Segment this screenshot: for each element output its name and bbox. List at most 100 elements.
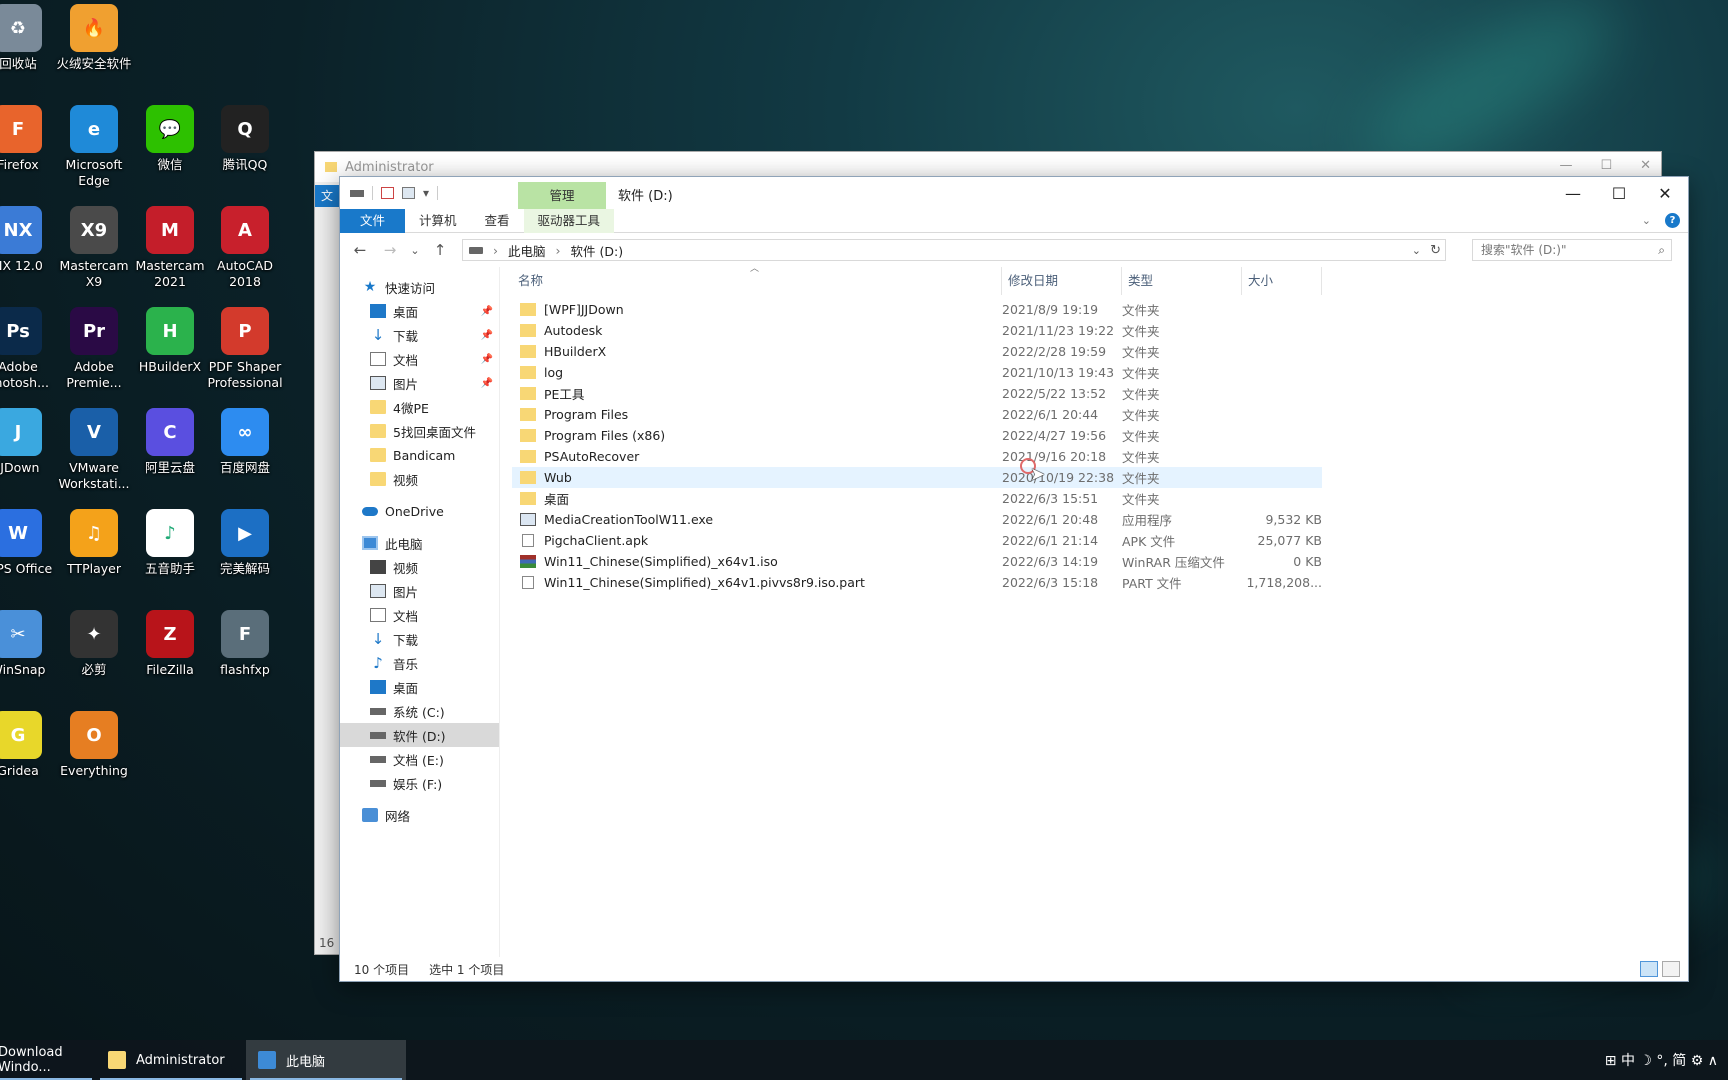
sidebar-onedrive[interactable]: OneDrive xyxy=(340,499,499,523)
table-row[interactable]: Program Files (x86) 2022/4/27 19:56 文件夹 xyxy=(512,425,1322,446)
sidebar-item[interactable]: Bandicam xyxy=(340,443,499,467)
tab-view[interactable]: 查看 xyxy=(471,209,524,233)
desktop-shortcut[interactable]: X9 Mastercam X9 xyxy=(56,206,132,290)
desktop-shortcut[interactable]: e Microsoft Edge xyxy=(56,105,132,189)
search-input[interactable]: 搜索"软件 (D:)" ⌕ xyxy=(1472,239,1672,261)
sidebar-network[interactable]: 网络 xyxy=(340,803,499,827)
desktop-shortcut[interactable]: V VMware Workstati... xyxy=(56,408,132,492)
desktop-shortcut[interactable]: ∞ 百度网盘 xyxy=(207,408,283,476)
desktop-shortcut[interactable]: Q 腾讯QQ xyxy=(207,105,283,173)
background-file-tab[interactable]: 文 xyxy=(315,185,339,207)
column-type[interactable]: 类型 xyxy=(1122,267,1242,295)
desktop-shortcut[interactable]: ✂ WinSnap xyxy=(0,610,56,678)
sidebar-item[interactable]: 4微PE xyxy=(340,395,499,419)
desktop-shortcut[interactable]: 💬 微信 xyxy=(132,105,208,173)
maximize-icon[interactable]: ☐ xyxy=(1600,158,1612,173)
sidebar-item[interactable]: 5找回桌面文件 xyxy=(340,419,499,443)
up-arrow-icon[interactable]: ↑ xyxy=(428,241,452,259)
column-size[interactable]: 大小 xyxy=(1242,267,1322,295)
help-icon[interactable]: ? xyxy=(1665,213,1680,228)
table-row[interactable]: MediaCreationToolW11.exe 2022/6/1 20:48 应用… xyxy=(512,509,1322,530)
details-view-icon[interactable] xyxy=(1640,961,1658,977)
sidebar-item[interactable]: 系统 (C:) xyxy=(340,699,499,723)
sidebar-item[interactable]: 文档 xyxy=(340,603,499,627)
refresh-icon[interactable]: ↻ xyxy=(1430,243,1441,258)
table-row[interactable]: Win11_Chinese(Simplified)_x64v1.pivvs8r9… xyxy=(512,572,1322,593)
desktop-shortcut[interactable]: P PDF Shaper Professional xyxy=(207,307,283,391)
system-tray[interactable]: ⊞ 中 ☽ °, 简 ⚙ ∧ xyxy=(1605,1040,1718,1080)
table-row[interactable]: PigchaClient.apk 2022/6/1 21:14 APK 文件 25,0… xyxy=(512,530,1322,551)
close-button[interactable]: ✕ xyxy=(1642,177,1688,209)
maximize-button[interactable]: ☐ xyxy=(1596,177,1642,209)
table-row[interactable]: log 2021/10/13 19:43 文件夹 xyxy=(512,362,1322,383)
sidebar-item[interactable]: 视频 xyxy=(340,555,499,579)
customize-toolbar-icon[interactable]: ▾ xyxy=(423,186,429,200)
address-dropdown-icon[interactable]: ⌄ xyxy=(1412,244,1421,257)
address-bar[interactable]: › 此电脑 › 软件 (D:) ⌄ ↻ xyxy=(462,239,1446,261)
breadcrumb-drive-d[interactable]: 软件 (D:) xyxy=(571,241,624,260)
expand-ribbon-icon[interactable]: ⌄ xyxy=(1642,214,1651,227)
sidebar-item[interactable]: 图片 📌 xyxy=(340,371,499,395)
table-row[interactable]: PSAutoRecover 2021/9/16 20:18 文件夹 xyxy=(512,446,1322,467)
sidebar-item[interactable]: ↓ 下载 xyxy=(340,627,499,651)
tab-file[interactable]: 文件 xyxy=(340,208,406,233)
taskbar-item[interactable]: Administrator xyxy=(96,1040,246,1080)
desktop-shortcut[interactable]: M Mastercam 2021 xyxy=(132,206,208,290)
desktop-shortcut[interactable]: G Gridea xyxy=(0,711,56,779)
sidebar-item[interactable]: 娱乐 (F:) xyxy=(340,771,499,795)
table-row[interactable]: HBuilderX 2022/2/28 19:59 文件夹 xyxy=(512,341,1322,362)
desktop-shortcut[interactable]: Pr Adobe Premie... xyxy=(56,307,132,391)
desktop-shortcut[interactable]: ♻ 回收站 xyxy=(0,4,56,72)
sidebar-item[interactable]: 文档 📌 xyxy=(340,347,499,371)
sidebar-item[interactable]: 桌面 xyxy=(340,675,499,699)
sidebar-quick-access[interactable]: ★ 快速访问 xyxy=(340,275,499,299)
tab-drive-tools[interactable]: 驱动器工具 xyxy=(523,208,615,233)
manage-tab[interactable]: 管理 xyxy=(518,182,606,209)
desktop-shortcut[interactable]: Ps Adobe Photosh... xyxy=(0,307,56,391)
large-icons-view-icon[interactable] xyxy=(1662,961,1680,977)
navigation-pane[interactable]: ★ 快速访问 桌面 📌 ↓ 下载 📌 文档 📌 图片 📌 4微PE 5找回桌面文件 Bandicam 视频 O… xyxy=(340,267,500,957)
close-icon[interactable]: ✕ xyxy=(1640,158,1651,173)
table-row[interactable]: [WPF]JJDown 2021/8/9 19:19 文件夹 xyxy=(512,299,1322,320)
desktop-shortcut[interactable]: ♪ 五音助手 xyxy=(132,509,208,577)
table-row[interactable]: 桌面 2022/6/3 15:51 文件夹 xyxy=(512,488,1322,509)
desktop-shortcut[interactable]: J JJDown xyxy=(0,408,56,476)
back-arrow-icon[interactable]: ← xyxy=(348,241,372,259)
tab-computer[interactable]: 计算机 xyxy=(405,209,471,233)
table-row[interactable]: PE工具 2022/5/22 13:52 文件夹 xyxy=(512,383,1322,404)
desktop-shortcut[interactable]: 🔥 火绒安全软件 xyxy=(56,4,132,72)
table-row[interactable]: Win11_Chinese(Simplified)_x64v1.iso 2022/… xyxy=(512,551,1322,572)
taskbar-item[interactable]: Download Windo... xyxy=(0,1040,96,1080)
desktop-shortcut[interactable]: Z FileZilla xyxy=(132,610,208,678)
new-folder-icon[interactable] xyxy=(402,187,415,199)
desktop-shortcut[interactable]: NX NX 12.0 xyxy=(0,206,56,274)
sidebar-item[interactable]: 图片 xyxy=(340,579,499,603)
sidebar-this-pc[interactable]: 此电脑 xyxy=(340,531,499,555)
breadcrumb-this-pc[interactable]: 此电脑 xyxy=(508,241,546,260)
desktop-shortcut[interactable]: W WPS Office xyxy=(0,509,56,577)
sidebar-item[interactable]: ♪ 音乐 xyxy=(340,651,499,675)
taskbar-item[interactable]: 此电脑 xyxy=(246,1040,406,1080)
properties-icon[interactable] xyxy=(381,187,394,199)
desktop-shortcut[interactable]: ♫ TTPlayer xyxy=(56,509,132,577)
desktop-shortcut[interactable]: ▶ 完美解码 xyxy=(207,509,283,577)
forward-arrow-icon[interactable]: → xyxy=(378,241,402,259)
desktop-shortcut[interactable]: O Everything xyxy=(56,711,132,779)
sidebar-item[interactable]: 视频 xyxy=(340,467,499,491)
recent-locations-icon[interactable]: ⌄ xyxy=(408,244,422,257)
sidebar-item[interactable]: 文档 (E:) xyxy=(340,747,499,771)
desktop-shortcut[interactable]: ✦ 必剪 xyxy=(56,610,132,678)
desktop-shortcut[interactable]: A AutoCAD 2018 xyxy=(207,206,283,290)
minimize-icon[interactable]: — xyxy=(1559,158,1572,173)
desktop-shortcut[interactable]: C 阿里云盘 xyxy=(132,408,208,476)
sidebar-item[interactable]: 软件 (D:) xyxy=(340,723,499,747)
column-date[interactable]: 修改日期 xyxy=(1002,267,1122,295)
desktop-shortcut[interactable]: H HBuilderX xyxy=(132,307,208,375)
table-row[interactable]: Program Files 2022/6/1 20:44 文件夹 xyxy=(512,404,1322,425)
desktop-shortcut[interactable]: Fflashfxp xyxy=(207,610,283,678)
sidebar-item[interactable]: ↓ 下载 📌 xyxy=(340,323,499,347)
minimize-button[interactable]: — xyxy=(1550,177,1596,209)
table-row[interactable]: Autodesk 2021/11/23 19:22 文件夹 xyxy=(512,320,1322,341)
desktop-shortcut[interactable]: F Firefox xyxy=(0,105,56,173)
sidebar-item[interactable]: 桌面 📌 xyxy=(340,299,499,323)
